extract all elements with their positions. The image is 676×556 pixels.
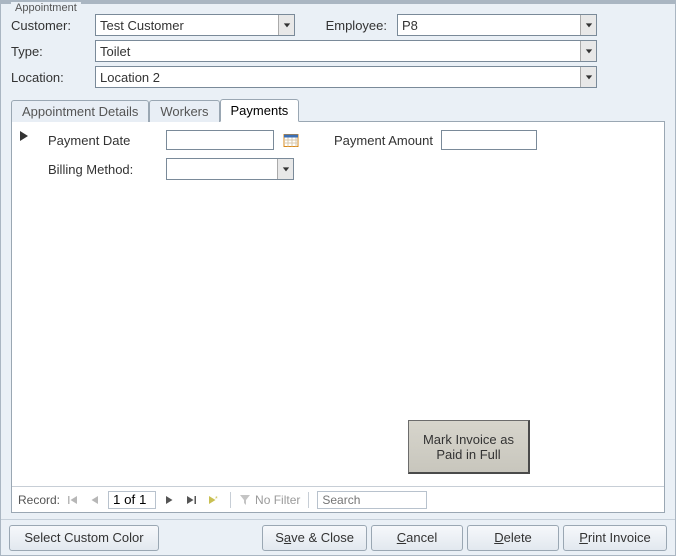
payment-amount-input[interactable] xyxy=(441,130,537,150)
record-label: Record: xyxy=(18,493,60,507)
chevron-down-icon[interactable] xyxy=(580,41,596,61)
calendar-icon[interactable] xyxy=(282,131,300,149)
payment-date-label: Payment Date xyxy=(48,133,158,148)
record-selector-icon[interactable] xyxy=(18,130,30,142)
print-invoice-button[interactable]: Print Invoice xyxy=(563,525,667,551)
chevron-down-icon[interactable] xyxy=(277,159,293,179)
separator xyxy=(308,492,309,508)
type-label: Type: xyxy=(11,44,91,59)
location-value: Location 2 xyxy=(96,70,580,85)
billing-method-label: Billing Method: xyxy=(48,162,158,177)
type-combo[interactable]: Toilet xyxy=(95,40,597,62)
location-label: Location: xyxy=(11,70,91,85)
tab-payments[interactable]: Payments xyxy=(220,99,300,122)
chevron-down-icon[interactable] xyxy=(580,67,596,87)
chevron-down-icon[interactable] xyxy=(278,15,294,35)
footer-bar: Select Custom Color Save & Close Cancel … xyxy=(1,519,675,555)
employee-value: P8 xyxy=(398,18,580,33)
mark-paid-label: Mark Invoice as Paid in Full xyxy=(409,432,528,462)
prev-record-icon[interactable] xyxy=(86,491,104,509)
employee-label: Employee: xyxy=(313,18,393,33)
select-custom-color-label: Select Custom Color xyxy=(24,530,143,545)
payments-subform: Payment Date Pa xyxy=(14,130,656,180)
form-header: Customer: Test Customer Employee: P8 Typ… xyxy=(1,4,675,94)
tab-appointment-details[interactable]: Appointment Details xyxy=(11,100,149,122)
window-title: Appointment xyxy=(11,2,81,14)
select-custom-color-button[interactable]: Select Custom Color xyxy=(9,525,159,551)
new-record-icon[interactable]: * xyxy=(204,491,222,509)
mark-paid-button[interactable]: Mark Invoice as Paid in Full xyxy=(408,420,530,474)
cancel-button[interactable]: Cancel xyxy=(371,525,463,551)
customer-combo[interactable]: Test Customer xyxy=(95,14,295,36)
svg-text:*: * xyxy=(215,496,218,503)
save-and-close-button[interactable]: Save & Close xyxy=(262,525,367,551)
appointment-window: Appointment Customer: Test Customer Empl… xyxy=(0,0,676,556)
customer-label: Customer: xyxy=(11,18,91,33)
chevron-down-icon[interactable] xyxy=(580,15,596,35)
last-record-icon[interactable] xyxy=(182,491,200,509)
location-combo[interactable]: Location 2 xyxy=(95,66,597,88)
tab-strip: Appointment Details Workers Payments xyxy=(1,94,675,121)
employee-combo[interactable]: P8 xyxy=(397,14,597,36)
tab-workers[interactable]: Workers xyxy=(149,100,219,122)
next-record-icon[interactable] xyxy=(160,491,178,509)
payment-row-1: Payment Date Pa xyxy=(48,130,656,150)
delete-button[interactable]: Delete xyxy=(467,525,559,551)
billing-method-combo[interactable] xyxy=(166,158,294,180)
customer-value: Test Customer xyxy=(96,18,278,33)
no-filter-label: No Filter xyxy=(255,493,300,507)
payment-date-input[interactable] xyxy=(166,130,274,150)
payments-pane: Payment Date Pa xyxy=(12,122,664,486)
separator xyxy=(230,492,231,508)
funnel-icon xyxy=(239,494,251,506)
no-filter-indicator[interactable]: No Filter xyxy=(239,493,300,507)
payment-row-2: Billing Method: xyxy=(48,158,656,180)
search-input[interactable] xyxy=(317,491,427,509)
first-record-icon[interactable] xyxy=(64,491,82,509)
record-navigator: Record: * No Filter xyxy=(12,486,664,512)
record-position-input[interactable] xyxy=(108,491,156,509)
tab-pane: Payment Date Pa xyxy=(11,121,665,513)
payment-amount-label: Payment Amount xyxy=(334,133,433,148)
type-value: Toilet xyxy=(96,44,580,59)
